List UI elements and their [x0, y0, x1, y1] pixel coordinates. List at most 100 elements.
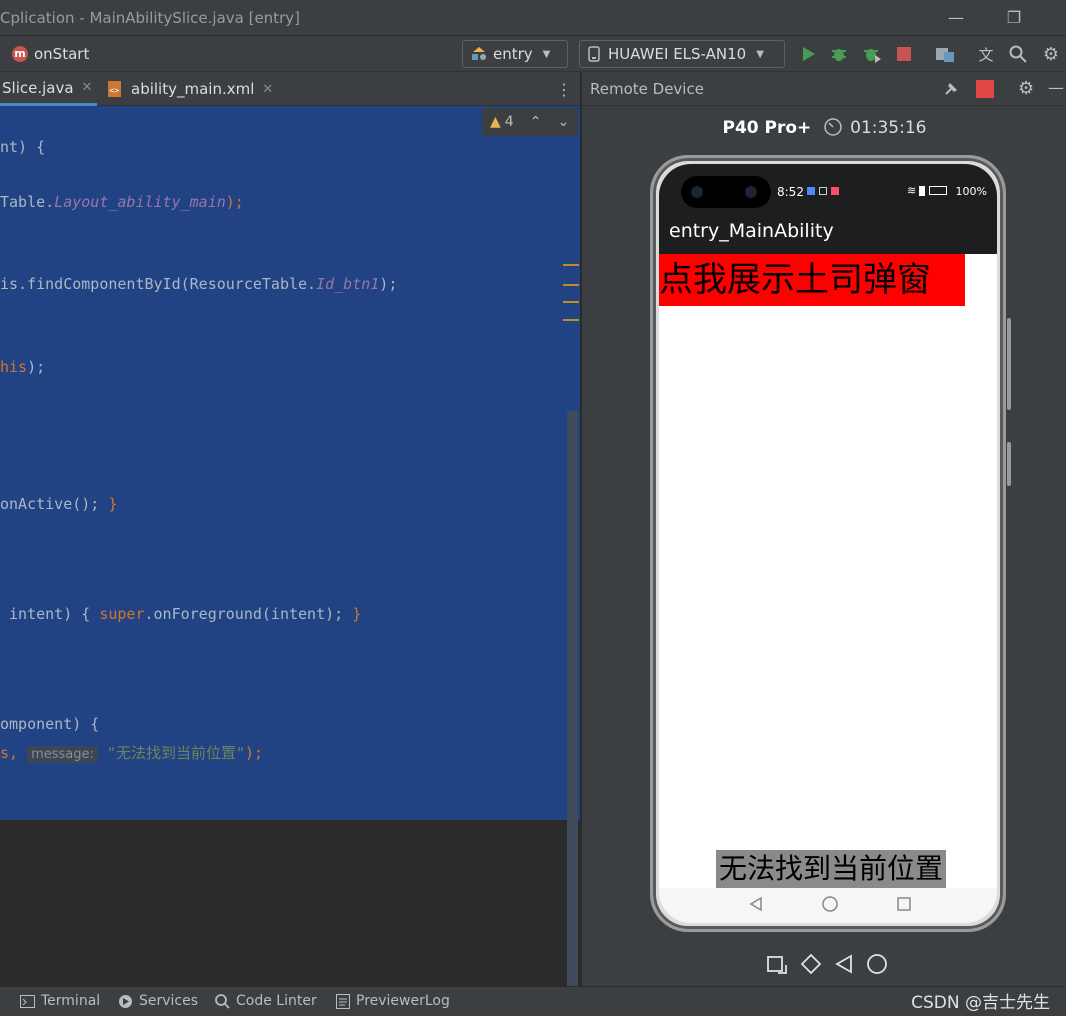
parameter-hint: message: — [27, 746, 98, 763]
volume-key — [1007, 318, 1011, 410]
terminal-tool-button[interactable]: Terminal — [20, 993, 100, 1009]
title-bar: Cplication - MainAbilitySlice.java [entr… — [0, 0, 1066, 36]
more-options-icon[interactable]: ⋮ — [556, 80, 572, 99]
run-icon[interactable] — [798, 44, 818, 64]
phone-screen[interactable]: 8:52 ≋ 100% entry_MainAbility 点我展示土司弹窗 无… — [659, 164, 997, 923]
pin-icon[interactable] — [942, 80, 960, 102]
code-line: Table.Layout_ability_main); — [0, 193, 244, 211]
code-line: s, message: "无法找到当前位置"); — [0, 744, 264, 763]
services-tool-button[interactable]: Services — [118, 993, 198, 1009]
phone-status-bar: 8:52 ≋ 100% entry_MainAbility — [659, 164, 997, 254]
tab-mainabilityslice[interactable]: Slice.java ✕ — [0, 72, 97, 106]
code-line: is.findComponentById(ResourceTable.Id_bt… — [0, 275, 398, 293]
services-icon — [119, 994, 132, 1008]
device-select-label: HUAWEI ELS-AN10 — [608, 45, 747, 63]
settings-gear-icon[interactable]: ⚙ — [1041, 44, 1061, 65]
rotate-screen-icon[interactable] — [765, 952, 789, 976]
breadcrumb[interactable]: m onStart — [0, 43, 89, 65]
code-selection — [0, 106, 580, 820]
code-line: his); — [0, 358, 46, 376]
panel-title: Remote Device — [590, 80, 704, 98]
code-line: onActive(); } — [0, 495, 118, 513]
search-icon[interactable] — [1008, 44, 1028, 64]
device-model: P40 Pro+ — [722, 118, 812, 138]
close-icon[interactable]: ✕ — [262, 82, 273, 97]
notification-icon — [819, 187, 827, 195]
editor-scrollbar[interactable] — [567, 411, 578, 986]
chevron-down-icon: ▼ — [542, 48, 551, 60]
previewer-log-tool-button[interactable]: PreviewerLog — [336, 993, 450, 1009]
toast-message: 无法找到当前位置 — [716, 850, 946, 888]
inspection-widget[interactable]: ▲ 4 ⌃ ⌄ — [482, 108, 578, 136]
remote-device-panel: Remote Device ⚙ — P40 Pro+ 01:35:16 8:52… — [581, 72, 1066, 986]
close-icon[interactable]: ✕ — [82, 80, 93, 95]
xml-file-icon: <> — [108, 81, 121, 97]
main-toolbar: m onStart entry ▼ HUAWEI ELS-AN10 ▼ 文 ⚙ — [0, 36, 1066, 72]
window-title: Cplication - MainAbilitySlice.java [entr… — [0, 9, 300, 27]
device-manager-icon[interactable] — [935, 44, 955, 64]
panel-settings-icon[interactable]: ⚙ — [1018, 78, 1034, 99]
phone-icon — [588, 46, 600, 62]
device-back-icon[interactable] — [832, 952, 856, 976]
device-timer: 01:35:16 — [850, 118, 927, 138]
phone-frame: 8:52 ≋ 100% entry_MainAbility 点我展示土司弹窗 无… — [650, 155, 1011, 932]
stop-device-icon[interactable] — [976, 80, 994, 98]
warnings-count: 4 — [504, 114, 514, 130]
device-select[interactable]: HUAWEI ELS-AN10 ▼ — [579, 40, 785, 68]
timer-icon — [823, 118, 842, 136]
error-stripe-mark[interactable] — [563, 264, 579, 266]
hide-panel-icon[interactable]: — — [1048, 78, 1064, 97]
code-line: nt) { — [0, 138, 46, 156]
remote-device-header: Remote Device ⚙ — — [582, 72, 1066, 106]
terminal-icon — [20, 994, 35, 1008]
method-icon: m — [12, 46, 28, 62]
editor-tabs: Slice.java ✕ <> ability_main.xml ✕ ⋮ — [0, 72, 580, 106]
tab-label: ability_main.xml — [131, 80, 255, 98]
code-line: omponent) { — [0, 715, 100, 733]
code-linter-icon — [215, 994, 230, 1009]
fold-icon[interactable] — [799, 952, 823, 976]
tab-ability-main-xml[interactable]: <> ability_main.xml ✕ — [106, 72, 286, 106]
chevron-down-icon[interactable]: ⌄ — [557, 114, 569, 130]
attach-debugger-icon[interactable] — [862, 44, 882, 64]
status-time: 8:52 — [777, 185, 804, 199]
phone-nav-bar — [659, 888, 997, 923]
chevron-up-icon[interactable]: ⌃ — [530, 114, 542, 130]
module-select-label: entry — [493, 45, 533, 63]
show-toast-button[interactable]: 点我展示土司弹窗 — [659, 254, 965, 306]
debug-icon[interactable] — [829, 44, 849, 64]
alert-icon — [919, 186, 925, 196]
chevron-down-icon: ▼ — [756, 48, 764, 60]
watermark: CSDN @吉士先生 — [911, 993, 1050, 1013]
back-icon[interactable] — [747, 896, 765, 914]
stop-icon[interactable] — [894, 44, 914, 64]
restore-button[interactable]: ❐ — [1002, 6, 1026, 30]
code-line: intent) { super.onForeground(intent); } — [0, 605, 362, 623]
tab-label: Slice.java — [2, 78, 74, 97]
battery-level: 100% — [955, 185, 987, 198]
power-key — [1007, 442, 1011, 486]
home-icon[interactable] — [821, 896, 839, 914]
bottom-tool-bar: Terminal Services Code Linter PreviewerL… — [0, 986, 1066, 1016]
module-select[interactable]: entry ▼ — [462, 40, 568, 68]
device-info: P40 Pro+ 01:35:16 — [582, 117, 1066, 138]
code-editor[interactable]: ▲ 4 ⌃ ⌄ nt) { Table.Layout_ability_main)… — [0, 106, 580, 986]
notification-icon — [807, 187, 815, 195]
error-stripe-mark[interactable] — [563, 301, 579, 303]
device-home-icon[interactable] — [865, 952, 889, 976]
recents-icon[interactable] — [895, 896, 913, 914]
app-title: entry_MainAbility — [669, 220, 834, 242]
battery-icon — [929, 186, 947, 195]
minimize-button[interactable]: — — [944, 6, 968, 30]
wifi-icon: ≋ — [907, 184, 917, 197]
warning-icon: ▲ — [490, 114, 501, 130]
notification-icon — [831, 187, 839, 195]
camera-cutout — [681, 176, 771, 208]
error-stripe-mark[interactable] — [563, 319, 579, 321]
error-stripe-mark[interactable] — [563, 284, 579, 286]
breadcrumb-label: onStart — [34, 45, 90, 63]
code-linter-tool-button[interactable]: Code Linter — [214, 993, 317, 1009]
previewer-log-icon — [336, 993, 350, 1009]
svg-text:<>: <> — [110, 86, 120, 95]
translate-icon[interactable]: 文 — [976, 44, 996, 64]
